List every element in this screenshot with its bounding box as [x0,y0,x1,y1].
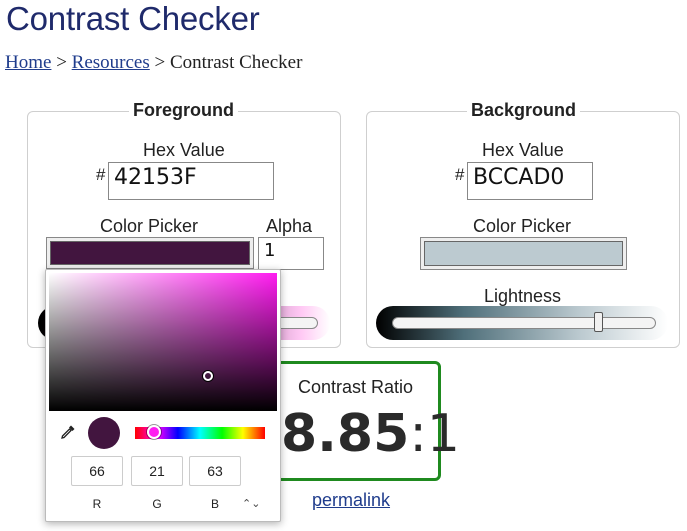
background-color-picker[interactable] [420,237,627,270]
foreground-color-picker-label: Color Picker [100,216,199,236]
contrast-ratio-box: Contrast Ratio 8.85:1 [270,361,460,481]
saturation-handle[interactable] [203,371,213,381]
background-lightness-label: Lightness [484,286,562,306]
green-input[interactable]: 21 [131,456,183,486]
foreground-alpha-label: Alpha [266,216,313,236]
background-color-picker-label: Color Picker [473,216,572,236]
blue-input[interactable]: 63 [189,456,241,486]
color-mode-toggle-icon[interactable]: ⌃⌄ [242,497,260,510]
background-hash-symbol: # [455,165,465,184]
background-lightness-track [392,317,656,329]
background-lightness-thumb[interactable] [593,312,603,332]
breadcrumb: Home > Resources > Contrast Checker [5,52,302,74]
background-lightness-slider[interactable] [376,306,668,340]
foreground-alpha-input[interactable]: 1 [258,237,324,270]
green-label: G [152,497,162,511]
breadcrumb-resources-link[interactable]: Resources [72,52,150,73]
page-title: Contrast Checker [6,0,260,37]
color-picker-popup: 66 21 63 R G B ⌃⌄ [45,269,281,522]
background-hex-input[interactable]: BCCAD0 [467,162,593,200]
eyedropper-icon[interactable] [60,424,76,445]
background-hex-label: Hex Value [482,140,564,160]
foreground-hash-symbol: # [96,165,106,184]
breadcrumb-home-link[interactable]: Home [5,52,51,73]
contrast-ratio-value: 8.85:1 [281,404,460,464]
foreground-hex-label: Hex Value [143,140,225,160]
contrast-ratio-number: 8.85 [281,404,410,464]
breadcrumb-separator: > [154,52,166,73]
breadcrumb-separator: > [56,52,67,73]
hue-slider-thumb[interactable] [147,425,161,439]
foreground-color-picker[interactable] [46,237,254,269]
foreground-heading: Foreground [129,100,238,121]
blue-label: B [210,497,219,511]
permalink-link[interactable]: permalink [312,490,390,511]
red-input[interactable]: 66 [71,456,123,486]
red-label: R [92,497,102,511]
contrast-ratio-label: Contrast Ratio [298,377,414,397]
color-preview-circle [88,417,120,449]
foreground-hex-input[interactable]: 42153F [108,162,274,200]
background-heading: Background [467,100,581,121]
saturation-brightness-area[interactable] [49,273,277,411]
foreground-color-swatch [50,241,250,265]
breadcrumb-current: Contrast Checker [169,52,303,73]
contrast-ratio-suffix: :1 [409,404,460,464]
background-color-swatch [424,241,623,266]
